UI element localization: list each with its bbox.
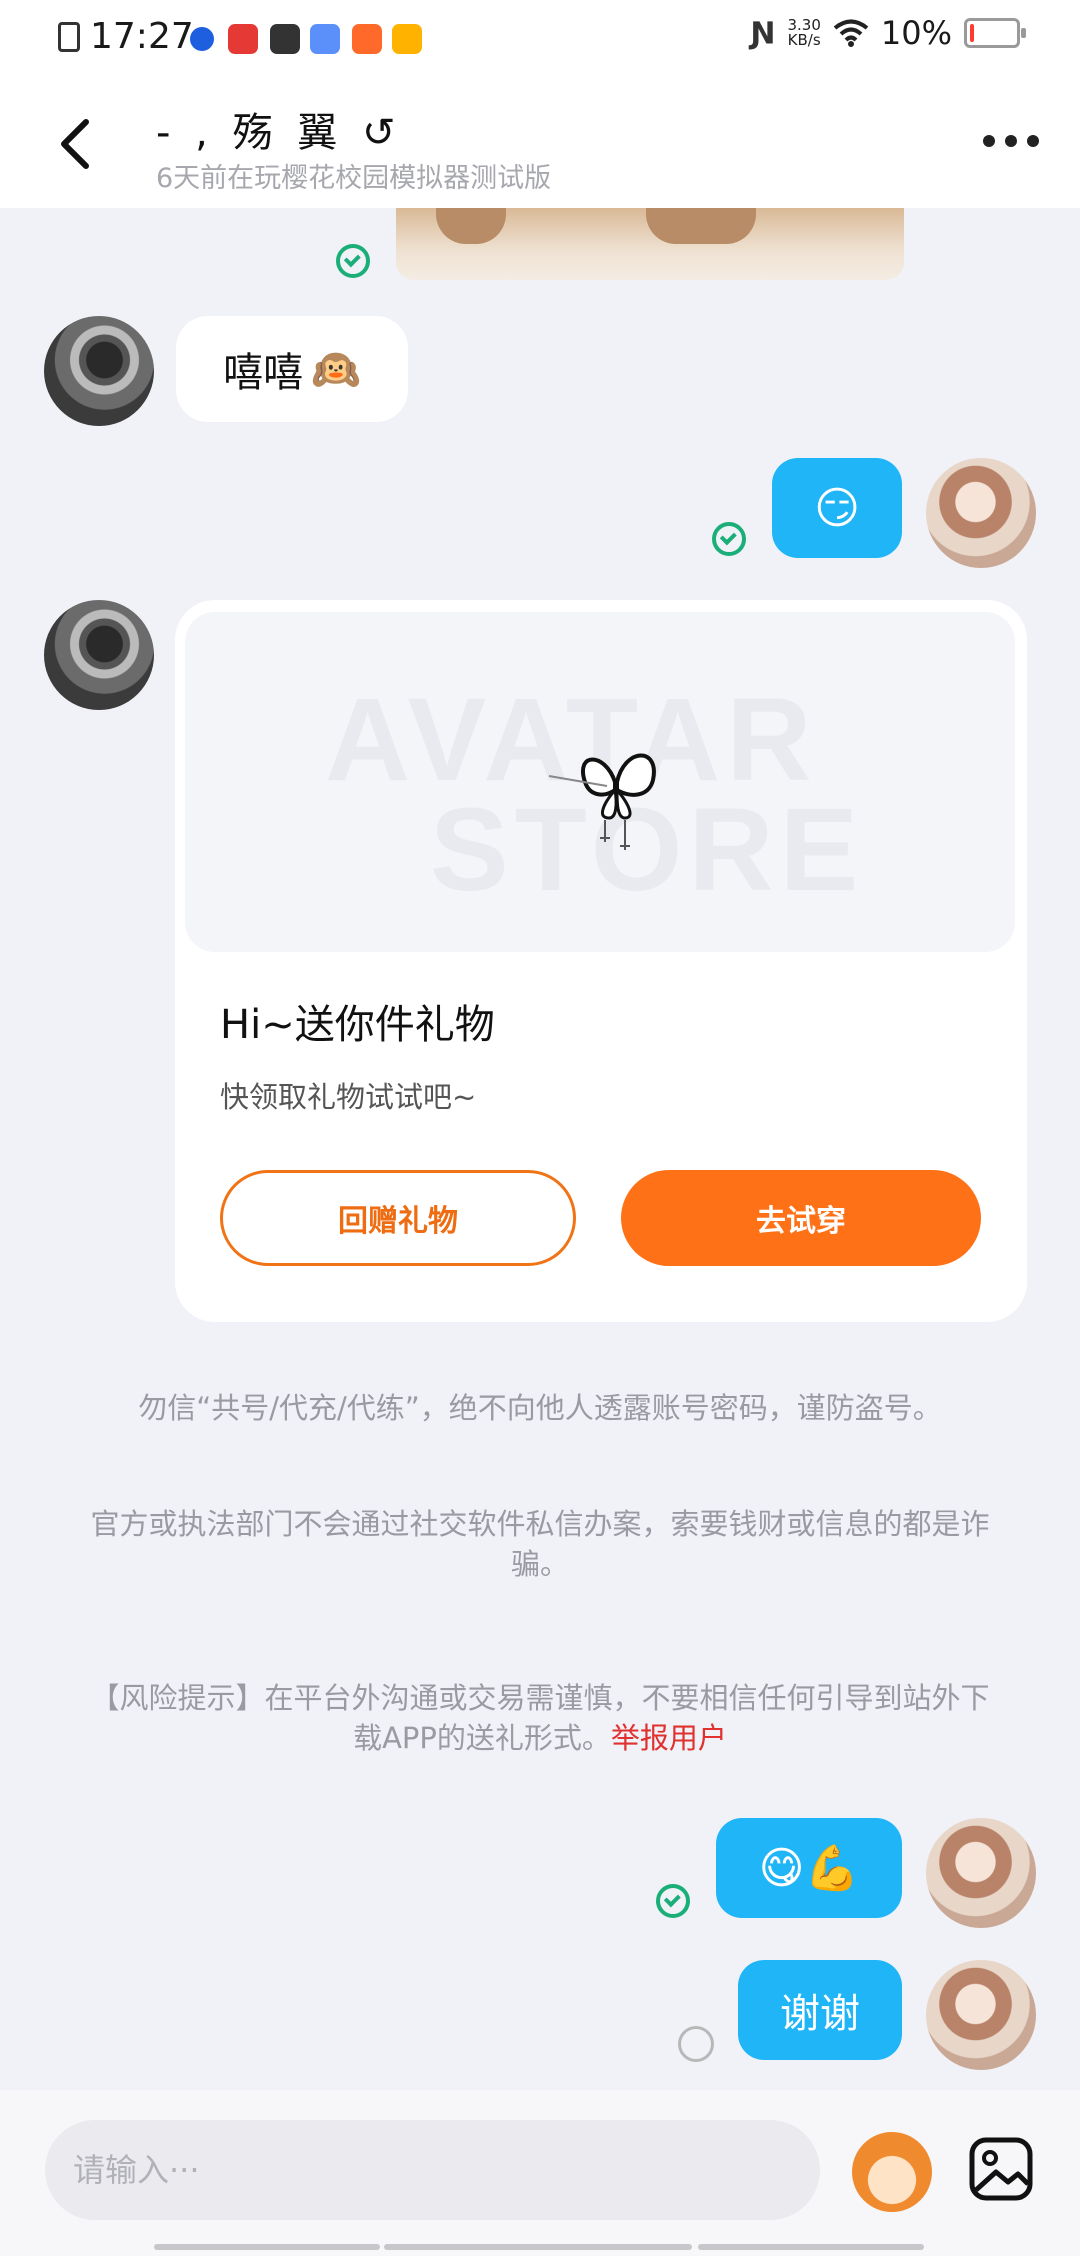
- try-on-button[interactable]: 去试穿: [621, 1170, 981, 1266]
- sim-missing-icon: [58, 22, 80, 52]
- message-input[interactable]: [45, 2120, 820, 2220]
- anti-scam-notice: 官方或执法部门不会通过社交软件私信办案，索要钱财或信息的都是诈骗。: [90, 1507, 990, 1581]
- back-chevron-icon[interactable]: [50, 114, 100, 174]
- message-text: 嘻嘻: [223, 350, 304, 396]
- battery-percent: 10%: [880, 14, 952, 52]
- return-gift-button[interactable]: 回赠礼物: [220, 1170, 576, 1266]
- image-icon[interactable]: [966, 2134, 1036, 2204]
- network-speed: 3.30 KB/s: [787, 18, 820, 48]
- read-check-icon: [336, 244, 370, 278]
- avatar-self[interactable]: [926, 1960, 1036, 2070]
- monkey-emoji-icon: 🙉: [311, 346, 361, 393]
- shopping-app-icon: [352, 24, 382, 54]
- risk-notice: 【风险提示】在平台外沟通或交易需谨慎，不要相信任何引导到站外下载APP的送礼形式…: [90, 1678, 990, 1758]
- monkey-sticker-icon[interactable]: [852, 2132, 932, 2212]
- input-bar: [0, 2090, 1080, 2256]
- avatar-other[interactable]: [44, 600, 154, 710]
- gesture-bar-segment: [698, 2244, 924, 2250]
- gift-image: AVATAR STORE: [185, 612, 1015, 952]
- message-bubble[interactable]: 嘻嘻 🙉: [176, 316, 408, 422]
- sending-status-icon: [678, 2026, 714, 2062]
- risk-notice-text: 【风险提示】在平台外沟通或交易需谨慎，不要相信任何引导到站外下载APP的送礼形式…: [90, 1681, 990, 1755]
- report-user-link[interactable]: 举报用户: [611, 1721, 727, 1755]
- message-bubble-self[interactable]: 😏: [772, 458, 902, 558]
- baidu-app-icon: [310, 24, 340, 54]
- more-dots-icon[interactable]: [976, 126, 1046, 156]
- status-time: 17:27: [90, 16, 194, 57]
- message-bubble-self[interactable]: 😋💪: [716, 1818, 902, 1918]
- butterfly-icon: [548, 753, 656, 850]
- gift-card: AVATAR STORE Hi~送你件礼物 快领取礼物试试吧~ 回赠礼物 去试穿: [175, 600, 1027, 1322]
- nfc-icon: Ɲ: [750, 15, 776, 51]
- network-speed-unit: KB/s: [787, 31, 821, 49]
- chat-title: - , 殇 翼 ↺: [156, 110, 402, 156]
- gesture-bar-segment: [154, 2244, 380, 2250]
- avatar-self[interactable]: [926, 458, 1036, 568]
- read-check-icon: [712, 522, 746, 556]
- message-bubble-self[interactable]: 谢谢: [738, 1960, 902, 2060]
- avatar-self[interactable]: [926, 1818, 1036, 1928]
- battery-level: [970, 24, 974, 42]
- chat-header: - , 殇 翼 ↺ 6天前在玩樱花校园模拟器测试版: [0, 76, 1080, 208]
- image-detail: [646, 208, 756, 244]
- wifi-icon: [833, 19, 869, 47]
- app-notification-icon: [190, 27, 214, 51]
- status-bar: 17:27 Ɲ 3.30 KB/s 10%: [0, 0, 1080, 76]
- read-check-icon: [656, 1884, 690, 1918]
- video-app-icon: [228, 24, 258, 54]
- gift-title: Hi~送你件礼物: [220, 1002, 495, 1048]
- avatar-other[interactable]: [44, 316, 154, 426]
- image-detail: [436, 208, 506, 244]
- anti-fraud-notice: 勿信“共号/代充/代练”，绝不向他人透露账号密码，谨防盗号。: [138, 1391, 942, 1425]
- chat-subtitle: 6天前在玩樱花校园模拟器测试版: [156, 163, 552, 194]
- image-message-partial[interactable]: [396, 208, 904, 280]
- video-app-icon: [392, 24, 422, 54]
- gesture-bar-segment: [384, 2244, 692, 2250]
- battery-icon: [964, 18, 1026, 48]
- gift-subtitle: 快领取礼物试试吧~: [220, 1080, 477, 1114]
- status-right-group: Ɲ 3.30 KB/s 10%: [750, 14, 1026, 52]
- app-notification-icon: [270, 24, 300, 54]
